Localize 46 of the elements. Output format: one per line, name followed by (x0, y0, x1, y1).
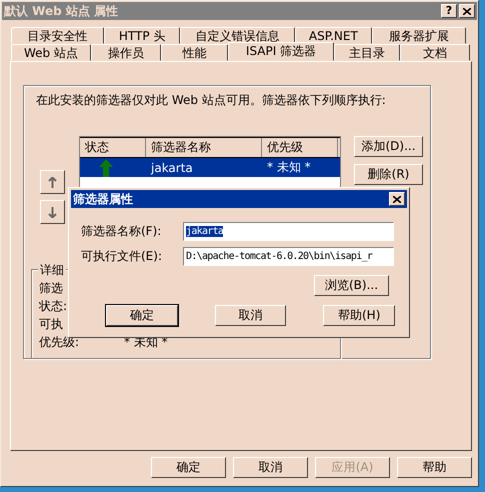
detail-label: 状态: (39, 298, 68, 314)
dialog-button[interactable]: 取消 (214, 305, 286, 326)
tab[interactable]: 目录安全性 (11, 27, 104, 44)
tab[interactable]: ASP.NET (295, 27, 372, 44)
tab[interactable]: 文档 (400, 44, 470, 61)
dialog-button[interactable]: 帮助(H) (323, 305, 396, 326)
row-text: * 未知 * (266, 159, 312, 176)
input-field[interactable]: D:\apache-tomcat-6.0.20\bin\isapi_r (183, 247, 394, 266)
field-label: 筛选器名称(F): (81, 223, 162, 240)
column-header[interactable]: 状态 (80, 138, 146, 157)
tab[interactable]: 性能 (161, 44, 228, 61)
browse-button[interactable]: 浏览(B)... (314, 275, 389, 296)
move-down-button[interactable] (40, 200, 65, 224)
row-text: jakarta (150, 160, 194, 174)
help-button[interactable]: ? (441, 4, 457, 18)
column-header[interactable]: 优先级 (262, 138, 338, 157)
close-button[interactable] (389, 192, 405, 206)
close-button[interactable] (459, 4, 475, 18)
tab[interactable]: HTTP 头 (104, 27, 180, 44)
window-title: 默认 Web 站点 属性 (4, 2, 118, 20)
input-field[interactable]: jakarta (183, 222, 394, 241)
side-button[interactable]: 删除(R) (354, 164, 423, 185)
field-label: 可执行文件(E): (81, 248, 163, 265)
footer-button[interactable]: 确定 (151, 457, 226, 478)
footer-button[interactable]: 帮助 (397, 457, 472, 478)
side-button[interactable]: 添加(D)... (354, 136, 423, 157)
tab[interactable]: 主目录 (334, 44, 400, 61)
detail-label: 可执 (39, 316, 63, 332)
column-header[interactable]: 筛选器名称 (146, 138, 262, 157)
intro-text: 在此安装的筛选器仅对此 Web 站点可用。筛选器依下列顺序执行: (36, 92, 387, 108)
tab[interactable]: 自定义错误信息 (180, 27, 296, 44)
dialog-button[interactable]: 确定 (106, 305, 178, 326)
dialog-title: 筛选器属性 (73, 190, 133, 208)
list-row[interactable]: jakarta * 未知 * (80, 158, 340, 177)
tab[interactable]: 服务器扩展 (372, 27, 466, 44)
close-icon (463, 8, 471, 14)
up-arrow-icon (48, 176, 57, 188)
detail-label: 筛选 (39, 280, 63, 296)
close-icon (393, 196, 401, 202)
tab[interactable]: 操作员 (91, 44, 161, 61)
down-arrow-icon (48, 206, 57, 218)
tab[interactable]: ISAPI 筛选器 (228, 42, 334, 61)
status-arrow-icon (99, 158, 113, 176)
move-up-button[interactable] (40, 170, 65, 194)
tab[interactable]: Web 站点 (11, 44, 91, 61)
footer-button[interactable]: 取消 (233, 457, 308, 478)
